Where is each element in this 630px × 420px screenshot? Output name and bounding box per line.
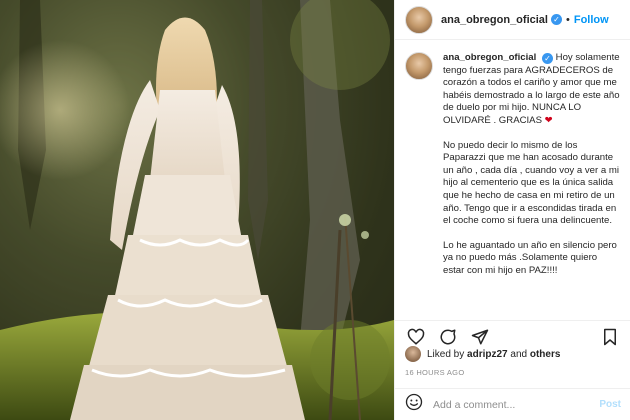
likes-others-link[interactable]: others	[530, 349, 561, 360]
post-side-panel: ana_obregon_oficial ✓ • Follow ana_obreg…	[394, 0, 630, 420]
likes-and: and	[510, 348, 528, 360]
caption: ana_obregon_oficial ✓ Hoy solamente teng…	[405, 48, 621, 290]
heart-icon[interactable]	[405, 326, 427, 348]
liker-avatar[interactable]	[405, 346, 421, 362]
likes-summary: Liked by adripz27 and others	[405, 346, 560, 362]
heart-emoji: ❤	[544, 114, 553, 126]
caption-avatar[interactable]	[405, 52, 433, 80]
follow-button[interactable]: Follow	[574, 14, 609, 26]
caption-username[interactable]: ana_obregon_oficial	[443, 52, 536, 63]
caption-paragraph-2: No puedo decir lo mismo de los Paparazzi…	[443, 139, 622, 227]
post-timestamp[interactable]: 16 HOURS AGO	[405, 368, 464, 377]
caption-text: ana_obregon_oficial ✓ Hoy solamente teng…	[443, 48, 621, 290]
separator-dot: •	[565, 13, 570, 26]
liker-username[interactable]: adripz27	[467, 349, 508, 360]
post-comment-button[interactable]: Post	[599, 399, 621, 410]
bookmark-icon[interactable]	[599, 326, 621, 348]
caption-scroll-area[interactable]: ana_obregon_oficial ✓ Hoy solamente teng…	[395, 48, 630, 320]
likes-prefix: Liked by	[427, 348, 465, 360]
caption-paragraph-3: Lo he aguantado un año en silencio pero …	[443, 239, 620, 276]
post-header: ana_obregon_oficial ✓ • Follow	[395, 0, 630, 40]
verified-icon: ✓	[541, 53, 553, 64]
author-avatar[interactable]	[405, 5, 433, 34]
share-icon[interactable]	[469, 326, 491, 348]
post-photo[interactable]	[0, 0, 394, 420]
caption-paragraph-1-text: Hoy solamente tengo fuerzas para AGRADEC…	[443, 52, 623, 126]
caption-paragraph-1: ana_obregon_oficial ✓ Hoy solamente teng…	[443, 52, 621, 128]
verified-icon: ✓	[550, 14, 562, 25]
comment-input[interactable]	[433, 398, 600, 411]
emoji-icon[interactable]	[405, 393, 423, 416]
photo-illustration	[0, 0, 394, 420]
comment-bar: Post	[395, 388, 630, 420]
author-username[interactable]: ana_obregon_oficial	[441, 14, 548, 26]
comment-icon[interactable]	[437, 326, 459, 348]
